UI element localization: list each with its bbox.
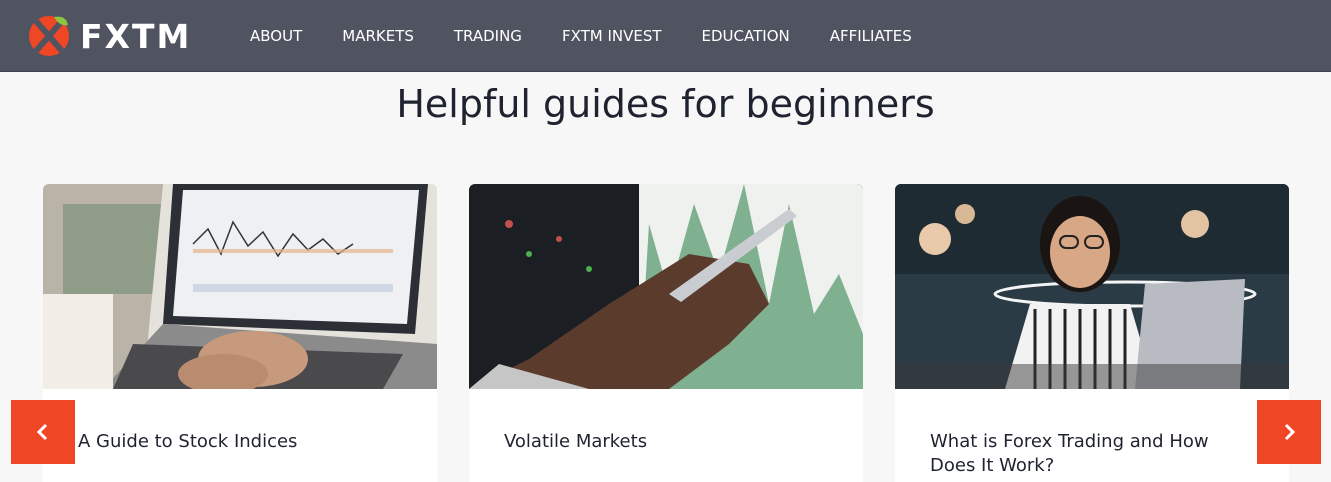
laptop-chart-image — [43, 184, 437, 389]
guide-card-volatile-markets[interactable]: Volatile Markets — [469, 184, 863, 482]
card-title: Volatile Markets — [504, 431, 648, 452]
nav-item-markets[interactable]: MARKETS — [342, 27, 414, 45]
main-nav: ABOUT MARKETS TRADING FXTM INVEST EDUCAT… — [230, 0, 932, 72]
carousel-next-button[interactable] — [1257, 400, 1321, 464]
guide-card-forex-trading[interactable]: What is Forex Trading and How Does It Wo… — [895, 184, 1289, 482]
nav-item-education[interactable]: EDUCATION — [702, 27, 790, 45]
hand-pen-chart-image — [469, 184, 863, 389]
nav-item-about[interactable]: ABOUT — [250, 27, 302, 45]
top-navigation-bar: FXTM ABOUT MARKETS TRADING FXTM INVEST E… — [0, 0, 1331, 72]
section-title: Helpful guides for beginners — [396, 82, 935, 126]
carousel-prev-button[interactable] — [11, 400, 75, 464]
fxtm-logo[interactable]: FXTM — [26, 12, 191, 60]
woman-laptop-image — [895, 184, 1289, 389]
fxtm-logo-icon — [29, 16, 69, 56]
card-title: What is Forex Trading and How Does It Wo… — [930, 431, 1209, 476]
logo-text: FXTM — [80, 16, 192, 56]
card-title: A Guide to Stock Indices — [78, 431, 298, 452]
chevron-right-icon — [1284, 423, 1296, 441]
nav-item-fxtm-invest[interactable]: FXTM INVEST — [562, 27, 662, 45]
nav-item-affiliates[interactable]: AFFILIATES — [830, 27, 912, 45]
nav-item-trading[interactable]: TRADING — [454, 27, 522, 45]
guide-card-stock-indices[interactable]: A Guide to Stock Indices — [43, 184, 437, 482]
chevron-left-icon — [36, 423, 48, 441]
